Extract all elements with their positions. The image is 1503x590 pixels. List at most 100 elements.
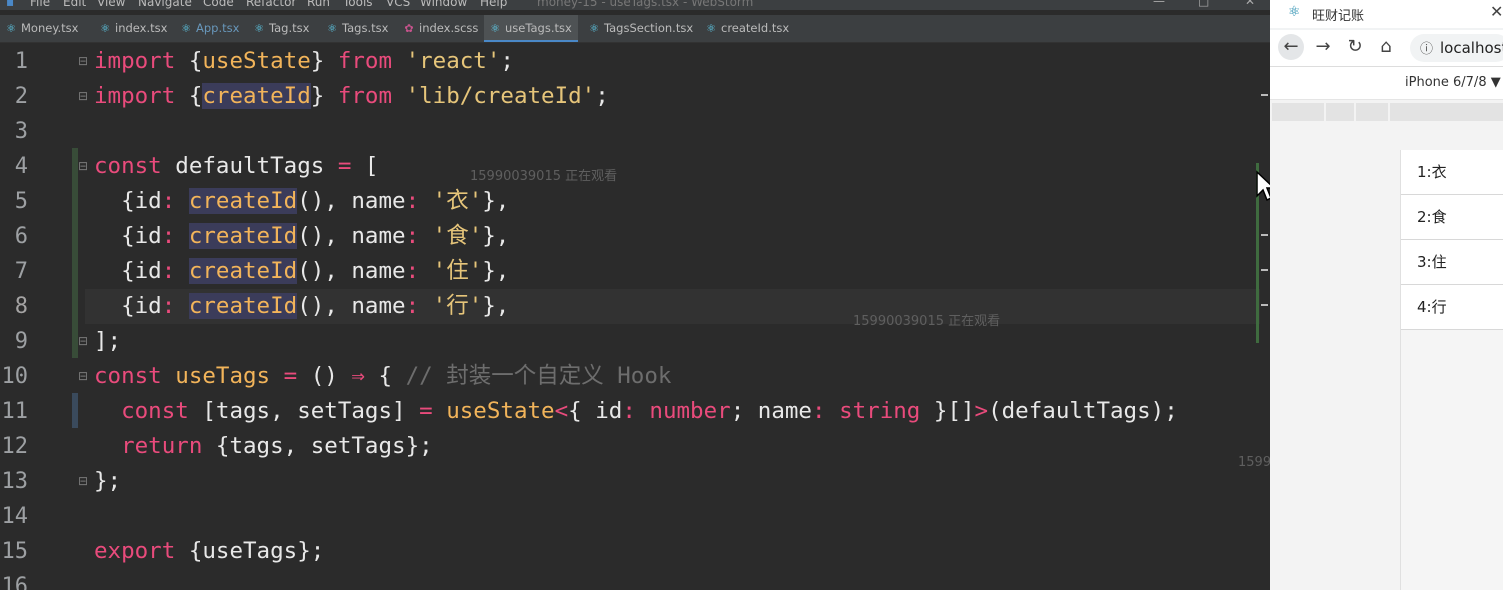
scroll-mark [1261,269,1268,271]
sass-icon: ✿ [404,22,414,35]
code-line: const defaultTags = [ [94,153,379,179]
react-icon: ⚛ [490,22,500,35]
media-query-segment[interactable] [1356,103,1388,121]
address-bar[interactable]: ⓘ localhost [1410,34,1503,62]
code-line: {id: createId(), name: '食'}, [94,223,510,249]
menu-navigate[interactable]: Navigate [138,0,192,10]
viewer-watermark: 15990039015 正在观看 [470,169,618,184]
close-window-icon[interactable]: ✕ [1245,0,1255,8]
line-number: 10 [1,364,29,389]
menu-view[interactable]: View [97,0,125,10]
window-title: money-15 - useTags.tsx - WebStorm [537,0,754,9]
tag-item[interactable]: 4:行 [1401,285,1503,330]
media-query-segment[interactable] [1326,103,1354,121]
code-line: import {useState} from 'react'; [94,48,514,74]
forward-arrow-icon[interactable]: → [1310,34,1336,60]
code-line: ]; [94,328,122,354]
media-query-segment[interactable] [1390,103,1503,121]
phone-screen: 1:衣 2:食 3:住 4:行 [1400,150,1503,590]
app-logo-icon: ▪ [6,0,15,9]
react-icon: ⚛ [327,22,337,35]
menu-tools[interactable]: Tools [343,0,373,10]
viewer-watermark: 15990039015 正在观看 [853,314,1001,329]
line-number: 13 [1,469,29,494]
line-number: 2 [14,84,28,109]
line-number: 14 [1,504,29,529]
menu-bar: ▪ File Edit View Navigate Code Refactor … [0,0,1270,10]
vcs-change-marker [72,148,78,358]
back-arrow-icon[interactable]: ← [1278,34,1304,60]
menu-help[interactable]: Help [480,0,507,10]
code-line: import {createId} from 'lib/createId'; [94,83,609,109]
line-number: 3 [14,119,28,144]
line-number: 6 [14,224,28,249]
tab-tagssection[interactable]: ⚛ TagsSection.tsx [583,15,693,42]
mouse-pointer-icon [1256,170,1270,202]
menu-window[interactable]: Window [420,0,467,10]
line-number: 1 [14,49,28,74]
media-query-segment[interactable] [1272,103,1324,121]
tab-app[interactable]: ⚛ App.tsx [175,15,243,42]
tab-index-scss[interactable]: ✿ index.scss [398,15,480,42]
line-number: 7 [14,259,28,284]
tab-usetags[interactable]: ⚛ useTags.tsx [484,15,578,42]
line-number: 11 [1,399,29,424]
line-number: 15 [1,539,29,564]
url-text: localhost [1440,39,1503,57]
scroll-mark [1261,94,1268,96]
react-icon: ⚛ [100,22,110,35]
browser-toolbar: ← → ↻ ⌂ ⓘ localhost [1270,30,1503,66]
scroll-mark [1261,234,1268,236]
browser-tab[interactable]: ⚛ 旺财记账 ✕ [1270,0,1503,28]
close-tab-icon[interactable]: ✕ [1490,2,1503,21]
code-editor[interactable]: import {useState} from 'react'; import {… [85,43,1260,590]
react-icon: ⚛ [706,22,716,35]
tab-index[interactable]: ⚛ index.tsx [94,15,167,42]
browser-tab-title: 旺财记账 [1312,9,1365,24]
code-line: const useTags = () ⇒ { // 封装一个自定义 Hook [94,363,672,389]
menu-refactor[interactable]: Refactor [246,0,296,10]
scroll-mark [1261,304,1268,306]
code-line-current: {id: createId(), name: '行'}, [85,289,1260,324]
tab-createid[interactable]: ⚛ createId.tsx [700,15,790,42]
menu-file[interactable]: File [30,0,50,10]
home-icon[interactable]: ⌂ [1373,34,1399,60]
vcs-change-marker [72,393,78,428]
menu-run[interactable]: Run [307,0,330,10]
line-number: 8 [14,294,28,319]
code-line: export {useTags}; [94,538,325,564]
ide-window: ▪ File Edit View Navigate Code Refactor … [0,0,1270,590]
info-icon: ⓘ [1420,42,1434,57]
menu-edit[interactable]: Edit [63,0,86,10]
code-line: {id: createId(), name: '衣'}, [94,188,510,214]
react-favicon-icon: ⚛ [1288,4,1301,20]
line-number: 5 [14,189,28,214]
media-query-bar [1270,100,1503,122]
tab-tag[interactable]: ⚛ Tag.tsx [248,15,314,42]
line-number: 9 [14,329,28,354]
reload-icon[interactable]: ↻ [1342,34,1368,60]
menu-vcs[interactable]: VCS [386,0,410,10]
device-select[interactable]: iPhone 6/7/8 ▼ [1405,75,1501,90]
line-number: 4 [14,154,28,179]
minimize-icon[interactable]: — [1153,0,1165,8]
react-icon: ⚛ [181,22,191,35]
tab-money[interactable]: ⚛ Money.tsx [0,15,84,42]
tag-item[interactable]: 2:食 [1401,195,1503,240]
menu-code[interactable]: Code [203,0,234,10]
react-icon: ⚛ [589,22,599,35]
device-toolbar: iPhone 6/7/8 ▼ [1270,66,1503,100]
code-line: return {tags, setTags}; [121,433,433,459]
code-line: }; [94,468,122,494]
editor-tab-bar: ⚛ Money.tsx ⚛ index.tsx ⚛ App.tsx ⚛ Tag.tsx … [0,15,1270,43]
react-icon: ⚛ [254,22,264,35]
tab-tags[interactable]: ⚛ Tags.tsx [321,15,393,42]
code-line: const [tags, setTags] = useState<{ id: n… [121,398,1178,424]
tag-item[interactable]: 1:衣 [1401,150,1503,195]
tag-item[interactable]: 3:住 [1401,240,1503,285]
scrollbar[interactable] [1258,43,1270,590]
line-number: 12 [1,434,29,459]
maximize-icon[interactable]: □ [1198,0,1209,8]
line-number: 16 [1,574,29,590]
code-line: {id: createId(), name: '住'}, [94,258,510,284]
